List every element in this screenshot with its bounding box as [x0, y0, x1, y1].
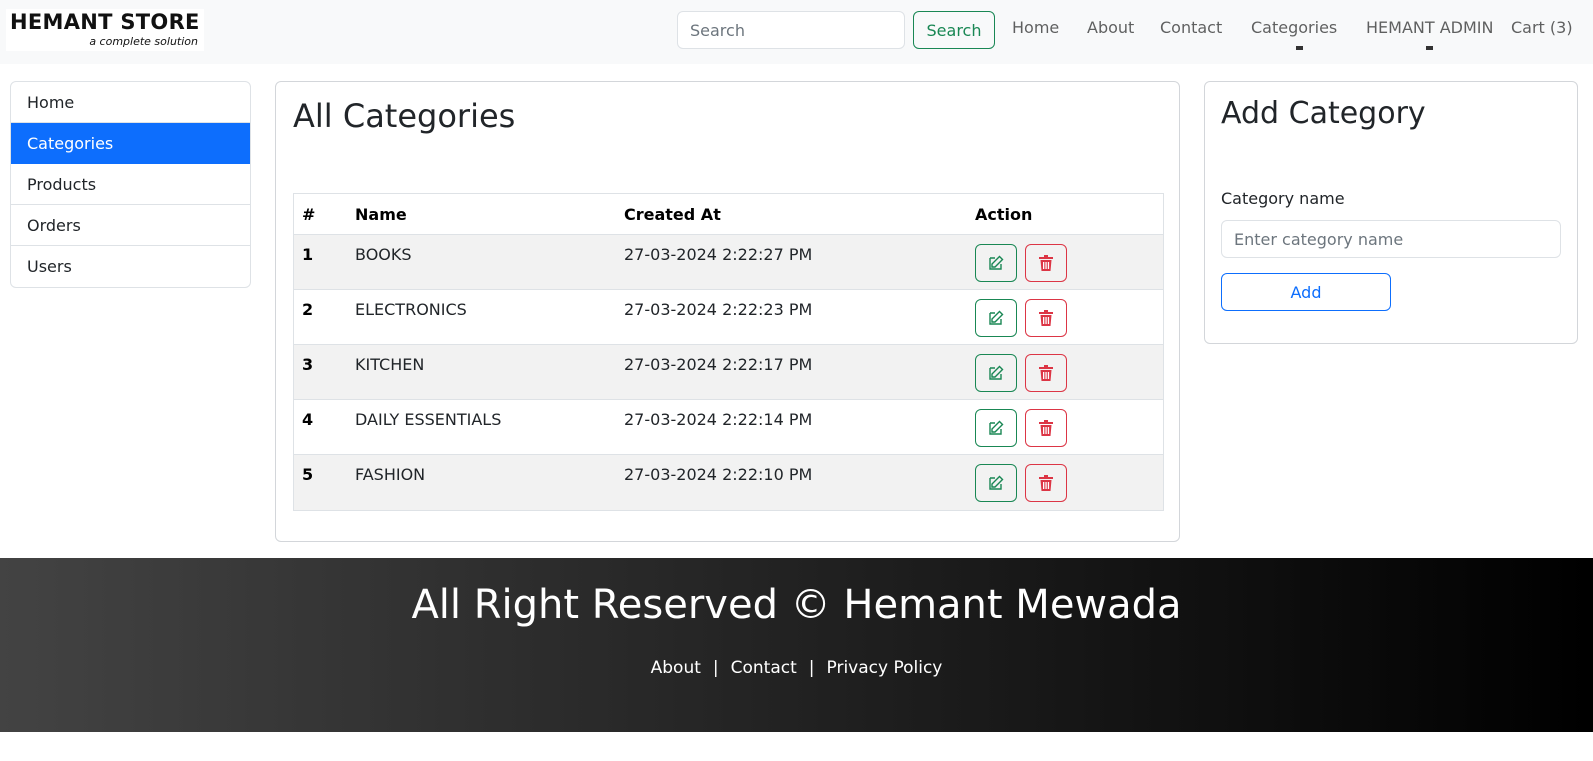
delete-button[interactable]	[1025, 244, 1067, 282]
created-at: 27-03-2024 2:22:23 PM	[624, 300, 813, 319]
table-row: 5 FASHION 27-03-2024 2:22:10 PM	[294, 455, 1163, 510]
row-number: 3	[302, 355, 314, 374]
delete-button[interactable]	[1025, 354, 1067, 392]
footer-link-contact[interactable]: Contact	[731, 658, 797, 678]
created-at: 27-03-2024 2:22:10 PM	[624, 465, 813, 484]
footer-copyright: All Right Reserved © Hemant Mewada	[411, 582, 1182, 628]
edit-icon	[989, 475, 1004, 490]
nav-home[interactable]: Home	[1012, 18, 1059, 37]
nav-about[interactable]: About	[1087, 18, 1134, 37]
edit-button[interactable]	[975, 464, 1017, 502]
column-header-action: Action	[975, 204, 1033, 224]
navbar: HEMANT STORE a complete solution Search …	[0, 0, 1593, 64]
created-at: 27-03-2024 2:22:14 PM	[624, 410, 813, 429]
nav-contact[interactable]: Contact	[1160, 18, 1222, 37]
brand-name: HEMANT STORE	[10, 10, 200, 34]
categories-table: # Name Created At Action 1 BOOKS 27-03-2…	[293, 193, 1164, 511]
category-name-label: Category name	[1221, 189, 1345, 208]
admin-sidebar: Home Categories Products Orders Users	[10, 81, 251, 288]
edit-button[interactable]	[975, 244, 1017, 282]
column-header-name: Name	[355, 204, 407, 224]
trash-icon	[1039, 420, 1053, 436]
delete-button[interactable]	[1025, 299, 1067, 337]
sidebar-item-products[interactable]: Products	[11, 164, 250, 205]
brand-tagline: a complete solution	[89, 35, 198, 48]
created-at: 27-03-2024 2:22:17 PM	[624, 355, 813, 374]
edit-icon	[989, 255, 1004, 270]
delete-button[interactable]	[1025, 409, 1067, 447]
row-number: 2	[302, 300, 314, 319]
add-category-button[interactable]: Add	[1221, 273, 1391, 311]
column-header-number: #	[302, 204, 316, 224]
footer-separator: |	[808, 658, 815, 678]
trash-icon	[1039, 365, 1053, 381]
add-category-title: Add Category	[1221, 96, 1426, 131]
sidebar-item-categories[interactable]: Categories	[11, 123, 250, 164]
sidebar-item-orders[interactable]: Orders	[11, 205, 250, 246]
user-caret-icon	[1426, 46, 1433, 50]
nav-user-dropdown[interactable]: HEMANT ADMIN	[1366, 18, 1493, 37]
edit-icon	[989, 365, 1004, 380]
categories-caret-icon	[1296, 46, 1303, 50]
footer-links: About | Contact | Privacy Policy	[0, 658, 1593, 678]
brand-logo[interactable]: HEMANT STORE a complete solution	[6, 9, 204, 51]
category-name: FASHION	[355, 465, 426, 484]
table-header: # Name Created At Action	[294, 194, 1163, 235]
edit-button[interactable]	[975, 354, 1017, 392]
nav-cart[interactable]: Cart (3)	[1511, 18, 1573, 37]
footer-link-about[interactable]: About	[651, 658, 701, 678]
footer-separator: |	[712, 658, 719, 678]
delete-button[interactable]	[1025, 464, 1067, 502]
sidebar-item-home[interactable]: Home	[11, 82, 250, 123]
edit-icon	[989, 420, 1004, 435]
trash-icon	[1039, 475, 1053, 491]
edit-button[interactable]	[975, 409, 1017, 447]
page-title: All Categories	[293, 97, 516, 135]
table-row: 1 BOOKS 27-03-2024 2:22:27 PM	[294, 235, 1163, 290]
category-name-input[interactable]	[1221, 220, 1561, 258]
footer: All Right Reserved © Hemant Mewada About…	[0, 558, 1593, 732]
categories-card: All Categories # Name Created At Action …	[275, 81, 1180, 542]
trash-icon	[1039, 310, 1053, 326]
column-header-created-at: Created At	[624, 204, 721, 224]
category-name: DAILY ESSENTIALS	[355, 410, 502, 429]
edit-icon	[989, 310, 1004, 325]
row-number: 4	[302, 410, 314, 429]
footer-link-privacy-policy[interactable]: Privacy Policy	[827, 658, 943, 678]
category-name: ELECTRONICS	[355, 300, 467, 319]
row-number: 1	[302, 245, 314, 264]
category-name: BOOKS	[355, 245, 412, 264]
nav-categories-dropdown[interactable]: Categories	[1251, 18, 1337, 37]
category-name: KITCHEN	[355, 355, 425, 374]
trash-icon	[1039, 255, 1053, 271]
add-category-card: Add Category Category name Add	[1204, 81, 1578, 344]
edit-button[interactable]	[975, 299, 1017, 337]
search-button[interactable]: Search	[913, 11, 995, 49]
search-input[interactable]	[677, 11, 905, 49]
created-at: 27-03-2024 2:22:27 PM	[624, 245, 813, 264]
table-row: 3 KITCHEN 27-03-2024 2:22:17 PM	[294, 345, 1163, 400]
table-row: 2 ELECTRONICS 27-03-2024 2:22:23 PM	[294, 290, 1163, 345]
sidebar-item-users[interactable]: Users	[11, 246, 250, 287]
row-number: 5	[302, 465, 314, 484]
table-row: 4 DAILY ESSENTIALS 27-03-2024 2:22:14 PM	[294, 400, 1163, 455]
